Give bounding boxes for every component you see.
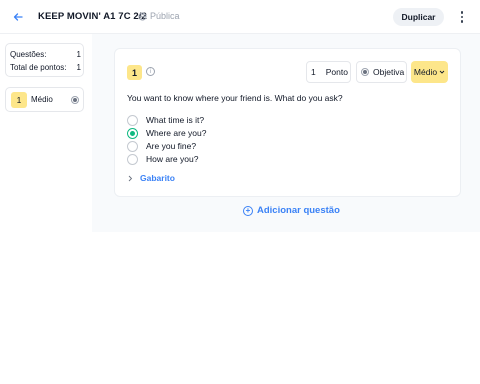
sidebar-question-item[interactable]: 1 Médio: [5, 87, 84, 112]
add-question-button[interactable]: + Adicionar questão: [243, 205, 340, 216]
answer-option[interactable]: What time is it?: [127, 114, 427, 126]
duplicate-button[interactable]: Duplicar: [393, 8, 444, 26]
answer-option[interactable]: Are you fine?: [127, 140, 427, 152]
points-unit: Ponto: [325, 67, 348, 77]
radio-icon: [127, 153, 138, 165]
radio-icon: [127, 114, 138, 126]
answer-option-selected[interactable]: Where are you?: [127, 127, 427, 139]
visibility-label: Pública: [150, 11, 180, 21]
info-icon[interactable]: i: [146, 67, 155, 76]
question-prompt: You want to know where your friend is. W…: [127, 93, 343, 103]
plus-circle-icon: +: [243, 205, 253, 216]
answer-option-text: How are you?: [146, 154, 199, 164]
answer-option[interactable]: How are you?: [127, 153, 427, 165]
top-bar: KEEP MOVIN' A1 7C 2/2 Pública Duplicar: [0, 0, 480, 34]
chevron-down-icon: [439, 70, 445, 74]
visibility-toggle[interactable]: Pública: [138, 11, 180, 21]
radio-icon: [71, 96, 79, 104]
more-options-icon[interactable]: [456, 9, 468, 25]
answer-key-toggle[interactable]: Gabarito: [127, 173, 175, 183]
points-field[interactable]: 1 Ponto: [306, 61, 351, 83]
points-value: 1: [311, 67, 316, 77]
total-points-label: Total de pontos:: [10, 63, 67, 72]
radio-checked-icon: [127, 127, 138, 139]
answer-option-text: What time is it?: [146, 115, 205, 125]
questions-count-value: 1: [76, 50, 81, 59]
difficulty-dropdown[interactable]: Médio: [411, 61, 448, 83]
total-points-value: 1: [76, 63, 81, 72]
answer-option-text: Are you fine?: [146, 141, 197, 151]
question-type-label: Objetiva: [373, 67, 405, 77]
question-number-badge: 1: [11, 92, 27, 108]
summary-panel: Questões: 1 Total de pontos: 1: [5, 43, 84, 77]
add-question-label: Adicionar questão: [257, 205, 340, 216]
radio-icon: [127, 140, 138, 152]
question-card: 1 i 1 Ponto Objetiva Médio You want to k…: [114, 48, 461, 197]
chevron-right-icon: [128, 175, 133, 181]
answer-option-text: Where are you?: [146, 128, 207, 138]
question-difficulty-label: Médio: [31, 95, 53, 104]
question-number: 1: [127, 65, 142, 80]
globe-icon: [138, 11, 147, 21]
back-arrow-icon[interactable]: [10, 9, 26, 25]
questions-count-label: Questões:: [10, 50, 47, 59]
difficulty-label: Médio: [413, 67, 438, 77]
radio-icon: [361, 68, 369, 76]
question-type-selector[interactable]: Objetiva: [356, 61, 407, 83]
page-title: KEEP MOVIN' A1 7C 2/2: [38, 11, 147, 22]
answer-key-label: Gabarito: [140, 173, 175, 183]
